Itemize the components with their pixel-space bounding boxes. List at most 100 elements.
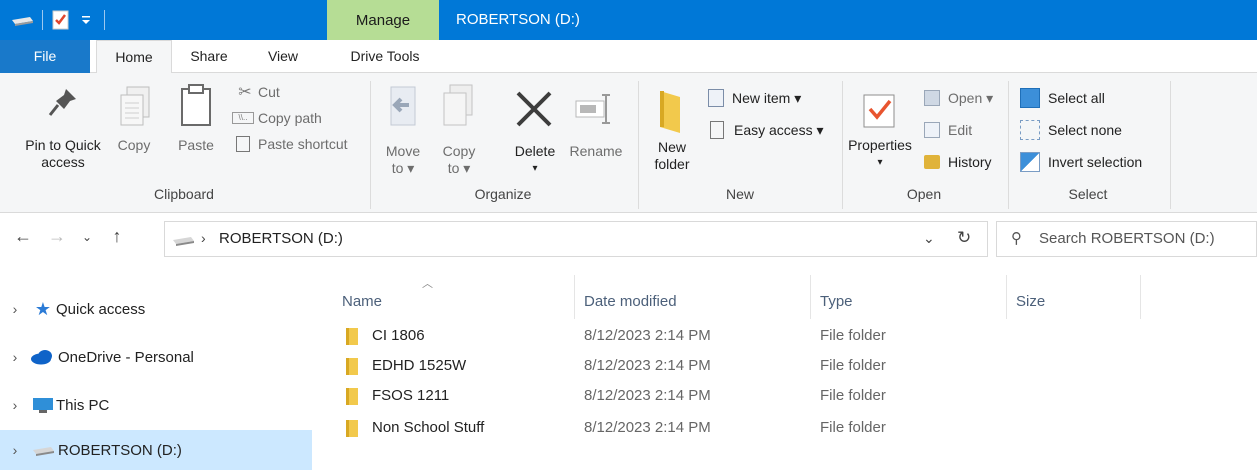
drive-icon[interactable]: [10, 13, 34, 27]
tab-view[interactable]: View: [250, 40, 316, 73]
paste-shortcut-icon: [236, 136, 250, 152]
select-all-button[interactable]: Select all: [1020, 85, 1105, 111]
move-to-line2: to ▾: [391, 160, 415, 176]
new-item-button[interactable]: New item ▾: [708, 85, 801, 111]
move-to-icon: [390, 86, 416, 126]
pin-label-line1: Pin to Quick: [25, 137, 101, 153]
manage-contextual-tab[interactable]: Manage: [327, 0, 439, 40]
group-label-new: New: [725, 186, 754, 202]
copy-icon: [120, 86, 150, 126]
move-to-button[interactable]: Move to ▾: [380, 143, 426, 177]
new-folder-line1: New: [657, 139, 686, 155]
delete-button[interactable]: Delete ▾: [508, 143, 562, 177]
tab-home[interactable]: Home: [96, 40, 172, 74]
invert-selection-icon: [1020, 152, 1040, 172]
tab-share[interactable]: Share: [176, 40, 242, 73]
expand-chevron-icon[interactable]: ›: [0, 397, 30, 413]
search-icon: ⚲: [1011, 230, 1022, 247]
checkmark-properties-icon[interactable]: [52, 10, 70, 30]
column-header-type[interactable]: Type: [812, 277, 1004, 317]
table-row[interactable]: FSOS 1211 8/12/2023 2:14 PM File folder: [336, 385, 1236, 409]
properties-button[interactable]: Properties ▾: [844, 137, 916, 171]
column-separator[interactable]: [1006, 275, 1007, 319]
nav-item-onedrive[interactable]: › OneDrive - Personal: [0, 337, 312, 377]
select-all-label: Select all: [1048, 90, 1105, 106]
nav-item-quick-access[interactable]: › ★ Quick access: [0, 289, 312, 329]
file-type: File folder: [820, 387, 886, 404]
new-folder-line2: folder: [654, 156, 690, 172]
table-row[interactable]: EDHD 1525W 8/12/2023 2:14 PM File folder: [336, 355, 1236, 379]
invert-selection-label: Invert selection: [1048, 154, 1143, 170]
properties-icon: [863, 94, 895, 128]
pin-icon: [48, 89, 76, 116]
cut-label: Cut: [258, 84, 280, 100]
address-field[interactable]: › ROBERTSON (D:) ⌄ ↻: [164, 221, 988, 257]
file-type: File folder: [820, 419, 886, 436]
drive-icon: [173, 237, 194, 246]
column-header-date-modified[interactable]: Date modified: [576, 277, 808, 317]
new-folder-button[interactable]: New folder: [646, 139, 698, 173]
invert-selection-button[interactable]: Invert selection: [1020, 149, 1142, 175]
pc-icon: [33, 398, 53, 413]
tab-drive-tools[interactable]: Drive Tools: [330, 40, 440, 73]
copy-to-icon: [443, 84, 473, 126]
column-header-size[interactable]: Size: [1008, 277, 1138, 317]
expand-chevron-icon[interactable]: ›: [0, 301, 30, 317]
file-name: FSOS 1211: [372, 387, 450, 404]
breadcrumb-path[interactable]: ROBERTSON (D:): [219, 230, 343, 247]
up-arrow-icon[interactable]: ↑: [104, 226, 130, 247]
expand-chevron-icon[interactable]: ›: [0, 442, 30, 458]
history-label: History: [948, 154, 992, 170]
folder-icon: [346, 388, 358, 405]
group-label-select: Select: [1068, 186, 1108, 202]
column-separator[interactable]: [1140, 275, 1141, 319]
file-type: File folder: [820, 357, 886, 374]
folder-icon: [346, 328, 358, 345]
open-button[interactable]: Open ▾: [924, 85, 993, 111]
table-row[interactable]: Non School Stuff 8/12/2023 2:14 PM File …: [336, 417, 1236, 441]
scissors-icon: ✂: [238, 84, 252, 101]
refresh-icon[interactable]: ↻: [957, 228, 971, 248]
address-bar-row: ← → ⌄ ↑ › ROBERTSON (D:) ⌄ ↻ ⚲ Search RO…: [0, 213, 1257, 265]
back-arrow-icon[interactable]: ←: [10, 226, 36, 247]
table-row[interactable]: CI 1806 8/12/2023 2:14 PM File folder: [336, 325, 1236, 349]
folder-icon: [346, 358, 358, 375]
select-none-button[interactable]: Select none: [1020, 117, 1122, 143]
history-button[interactable]: History: [924, 149, 992, 175]
recent-locations-chevron-icon[interactable]: ⌄: [74, 230, 100, 244]
new-folder-icon: [660, 91, 680, 133]
column-separator[interactable]: [574, 275, 575, 319]
copy-button[interactable]: Copy: [114, 137, 154, 154]
edit-button[interactable]: Edit: [924, 117, 972, 143]
file-type: File folder: [820, 327, 886, 344]
file-list: ︿ Name Date modified Type Size CI 1806 8…: [318, 265, 1257, 464]
ribbon-home: Pin to Quick access Copy Paste ✂ Cut \\.…: [0, 73, 1257, 213]
easy-access-button[interactable]: Easy access ▾: [708, 117, 824, 143]
nav-item-this-pc[interactable]: › This PC: [0, 385, 312, 425]
expand-chevron-icon[interactable]: ›: [0, 349, 30, 365]
rename-button[interactable]: Rename: [566, 143, 626, 160]
file-date: 8/12/2023 2:14 PM: [584, 327, 711, 344]
open-label: Open ▾: [948, 89, 994, 106]
paste-button[interactable]: Paste: [172, 137, 220, 154]
quick-access-toolbar: [0, 0, 327, 40]
group-separator: [1170, 81, 1171, 209]
open-icon: [924, 90, 940, 106]
address-dropdown-icon[interactable]: ⌄: [923, 230, 935, 247]
copy-to-button[interactable]: Copy to ▾: [436, 143, 482, 177]
search-box[interactable]: ⚲ Search ROBERTSON (D:): [996, 221, 1257, 257]
paste-shortcut-button[interactable]: Paste shortcut: [232, 131, 348, 157]
star-icon: ★: [34, 298, 52, 319]
nav-item-label: ROBERTSON (D:): [58, 441, 182, 459]
paste-icon: [181, 84, 211, 126]
nav-item-robertson-drive[interactable]: › ROBERTSON (D:): [0, 430, 312, 470]
column-header-name[interactable]: Name: [334, 277, 572, 317]
cut-button[interactable]: ✂ Cut: [232, 79, 280, 105]
customize-dropdown-icon[interactable]: [80, 14, 92, 26]
column-separator[interactable]: [810, 275, 811, 319]
forward-arrow-icon[interactable]: →: [44, 226, 70, 247]
copy-path-button[interactable]: \\.. Copy path: [232, 105, 322, 131]
easy-access-icon: [710, 121, 724, 139]
tab-file[interactable]: File: [0, 40, 90, 73]
pin-to-quick-access-button[interactable]: Pin to Quick access: [18, 137, 108, 171]
